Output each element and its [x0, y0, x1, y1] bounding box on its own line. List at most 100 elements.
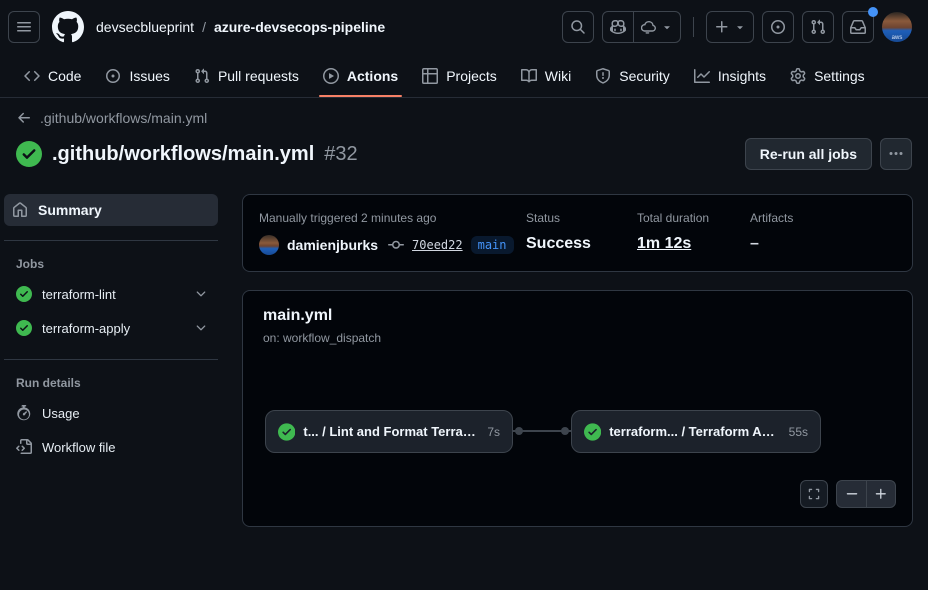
search-button[interactable]	[562, 11, 594, 43]
check-circle-icon	[16, 286, 32, 302]
arrow-left-icon	[16, 110, 32, 126]
run-title: .github/workflows/main.yml	[52, 143, 314, 166]
run-actions: Re-run all jobs	[745, 138, 912, 170]
book-icon	[521, 68, 537, 84]
breadcrumb-org[interactable]: devsecblueprint	[96, 19, 194, 35]
duration-value[interactable]: 1m 12s	[637, 235, 750, 253]
usage-label: Usage	[42, 406, 80, 421]
repo-nav: Code Issues Pull requests Actions Projec…	[0, 54, 928, 98]
tab-insights-label: Insights	[718, 68, 766, 84]
github-logo[interactable]	[52, 11, 84, 43]
zoom-out-button[interactable]	[837, 481, 866, 507]
header-divider	[693, 17, 694, 37]
table-icon	[422, 68, 438, 84]
sidebar: Summary Jobs terraform-lint terraform-ap…	[4, 194, 218, 527]
graph-edge-dot	[515, 427, 523, 435]
artifacts-value: –	[750, 235, 793, 253]
branch-badge[interactable]: main	[471, 236, 514, 254]
tab-projects-label: Projects	[446, 68, 497, 84]
tab-projects[interactable]: Projects	[412, 54, 507, 97]
tab-settings-label: Settings	[814, 68, 865, 84]
artifacts-label: Artifacts	[750, 211, 793, 225]
sidebar-job-terraform-lint[interactable]: terraform-lint	[4, 277, 218, 311]
run-summary-card: Manually triggered 2 minutes ago damienj…	[242, 194, 913, 272]
commit-sha-link[interactable]: 70eed22	[412, 238, 463, 252]
sidebar-item-summary[interactable]: Summary	[4, 194, 218, 226]
tab-security[interactable]: Security	[585, 54, 680, 97]
content: Summary Jobs terraform-lint terraform-ap…	[0, 184, 928, 527]
jobs-heading: Jobs	[16, 257, 218, 271]
tab-pull-requests[interactable]: Pull requests	[184, 54, 309, 97]
check-circle-icon	[16, 320, 32, 336]
git-commit-icon	[388, 237, 404, 253]
issues-button[interactable]	[762, 11, 794, 43]
screen-full-icon	[807, 487, 821, 501]
graph-node-terraform-apply[interactable]: terraform... / Terraform Apply 55s	[571, 410, 821, 453]
check-circle-icon	[16, 141, 42, 167]
run-header: .github/workflows/main.yml .github/workf…	[0, 98, 928, 184]
tab-settings[interactable]: Settings	[780, 54, 875, 97]
actor-name[interactable]: damienjburks	[287, 237, 378, 253]
status-column: Status Success	[526, 211, 637, 255]
graph-controls	[800, 480, 896, 508]
tab-insights[interactable]: Insights	[684, 54, 776, 97]
zoom-controls	[836, 480, 896, 508]
node-duration: 55s	[789, 425, 808, 439]
shield-icon	[595, 68, 611, 84]
app-header: devsecblueprint / azure-devsecops-pipeli…	[0, 0, 928, 54]
actor-avatar[interactable]	[259, 235, 279, 255]
chevron-down-icon[interactable]	[194, 321, 208, 335]
notification-dot	[868, 7, 878, 17]
dash-icon	[845, 487, 859, 501]
search-icon	[570, 19, 586, 35]
issue-opened-icon	[105, 68, 121, 84]
sidebar-job-terraform-apply[interactable]: terraform-apply	[4, 311, 218, 345]
chevron-down-icon[interactable]	[194, 287, 208, 301]
status-value: Success	[526, 235, 637, 253]
caret-down-icon	[734, 21, 746, 33]
graph-edge-dot	[561, 427, 569, 435]
copilot-agents-dropdown[interactable]	[633, 12, 680, 42]
workflow-trigger: on: workflow_dispatch	[263, 331, 896, 345]
actor-row: damienjburks 70eed22 main	[259, 235, 526, 255]
pull-requests-button[interactable]	[802, 11, 834, 43]
header-actions: aws	[562, 11, 912, 43]
create-new-button[interactable]	[706, 11, 754, 43]
copilot-button[interactable]	[603, 12, 633, 42]
rerun-all-jobs-button[interactable]: Re-run all jobs	[745, 138, 872, 170]
tab-issues[interactable]: Issues	[95, 54, 179, 97]
tab-pull-requests-label: Pull requests	[218, 68, 299, 84]
duration-label: Total duration	[637, 211, 750, 225]
tab-wiki-label: Wiki	[545, 68, 571, 84]
sidebar-divider	[4, 240, 218, 241]
back-to-workflow-link[interactable]: .github/workflows/main.yml	[16, 110, 207, 126]
issue-opened-icon	[770, 19, 786, 35]
main-column: Manually triggered 2 minutes ago damienj…	[242, 194, 913, 527]
tab-wiki[interactable]: Wiki	[511, 54, 581, 97]
artifacts-column: Artifacts –	[750, 211, 793, 255]
tab-code[interactable]: Code	[14, 54, 91, 97]
node-label: t... / Lint and Format Terrafo...	[303, 424, 479, 439]
node-label: terraform... / Terraform Apply	[609, 424, 780, 439]
tab-security-label: Security	[619, 68, 670, 84]
tab-issues-label: Issues	[129, 68, 169, 84]
cloud-icon	[641, 19, 657, 35]
hamburger-menu-button[interactable]	[8, 11, 40, 43]
run-kebab-button[interactable]	[880, 138, 912, 170]
sidebar-item-workflow-file[interactable]: Workflow file	[4, 430, 218, 464]
duration-column: Total duration 1m 12s	[637, 211, 750, 255]
stopwatch-icon	[16, 405, 32, 421]
run-details-heading: Run details	[16, 376, 218, 390]
fit-to-view-button[interactable]	[800, 480, 828, 508]
plus-icon	[874, 487, 888, 501]
zoom-in-button[interactable]	[866, 481, 895, 507]
sidebar-summary-label: Summary	[38, 202, 102, 218]
trigger-info: Manually triggered 2 minutes ago damienj…	[259, 211, 526, 255]
graph-node-terraform-lint[interactable]: t... / Lint and Format Terrafo... 7s	[265, 410, 513, 453]
tab-actions[interactable]: Actions	[313, 54, 408, 97]
job-name: terraform-lint	[42, 287, 116, 302]
breadcrumb-repo[interactable]: azure-devsecops-pipeline	[214, 19, 385, 35]
run-number: #32	[324, 143, 357, 166]
sidebar-item-usage[interactable]: Usage	[4, 396, 218, 430]
user-avatar[interactable]: aws	[882, 12, 912, 42]
